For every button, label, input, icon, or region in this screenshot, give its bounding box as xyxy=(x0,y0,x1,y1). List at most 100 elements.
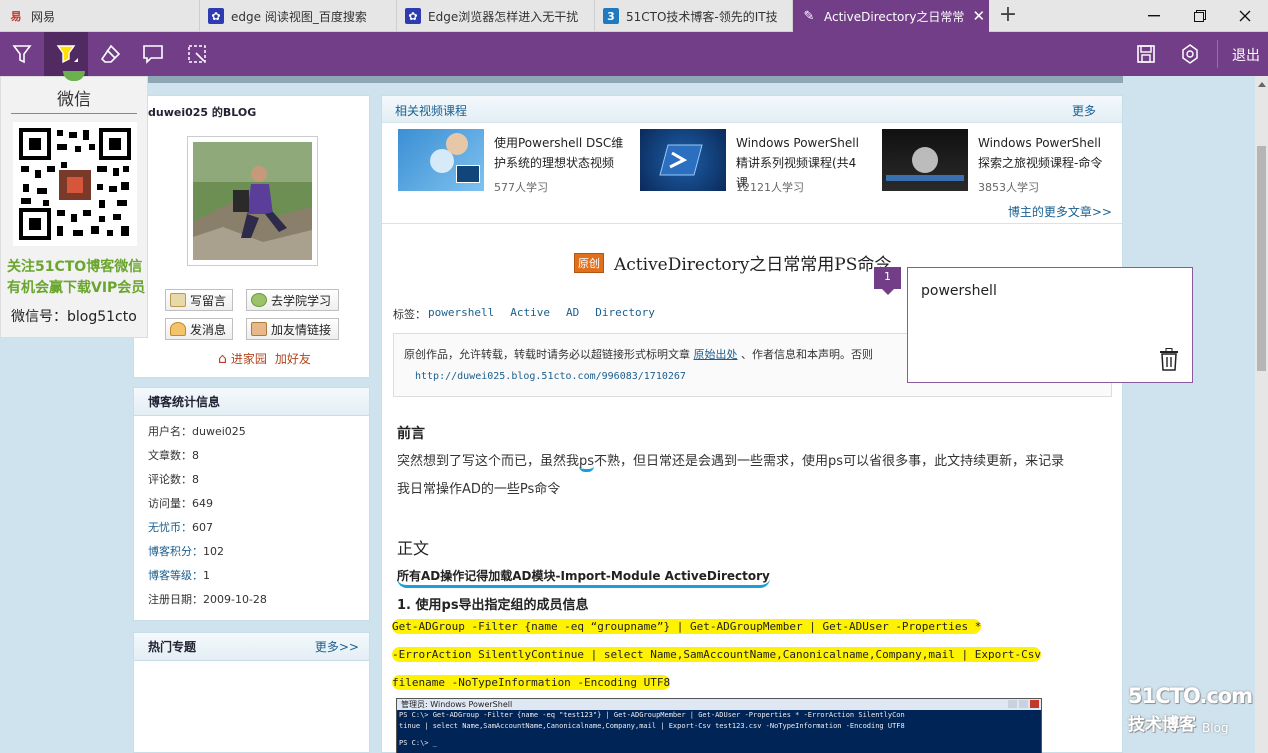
pen-icon xyxy=(12,45,32,64)
delete-note-button[interactable] xyxy=(1158,348,1180,372)
tab-edge-article[interactable]: ✿ Edge浏览器怎样进入无干扰 xyxy=(397,0,595,32)
console-line: tinue | select Name,SamAccountName,Canon… xyxy=(399,722,905,730)
code-line-3: filename -NoTypeInformation -Encoding UT… xyxy=(392,675,671,690)
qr-code xyxy=(13,122,137,246)
note-marker[interactable]: 1 xyxy=(874,267,901,295)
wechat-panel: 微信 关注51CTO博客微信 有机会赢下载VIP会员 微信号：blog51cto xyxy=(0,71,148,338)
hot-topics-more-link[interactable]: 更多>> xyxy=(315,633,359,661)
share-note-button[interactable] xyxy=(1168,32,1212,76)
tag-link[interactable]: Active xyxy=(510,306,550,322)
save-note-button[interactable] xyxy=(1124,32,1168,76)
blogger-more-link[interactable]: 博主的更多文章>> xyxy=(1008,203,1112,220)
video-card[interactable]: 使用Powershell DSC维护系统的理想状态视频 577人学习 xyxy=(398,129,628,195)
page-scrollbar[interactable] xyxy=(1255,76,1268,753)
stat-value: 607 xyxy=(192,521,213,534)
clip-tool[interactable] xyxy=(175,32,219,76)
tag-link[interactable]: powershell xyxy=(428,306,494,322)
stat-row: 注册日期：2009-10-28 xyxy=(134,588,369,612)
send-message-button[interactable]: 发消息 xyxy=(165,318,233,340)
restore-icon[interactable] xyxy=(1177,0,1223,32)
article-url-link[interactable]: http://duwei025.blog.51cto.com/996083/17… xyxy=(415,371,686,382)
article-title: ActiveDirectory之日常常用PS命令 xyxy=(614,255,892,275)
wechat-title: 微信 xyxy=(57,90,91,110)
highlighter-tool[interactable] xyxy=(44,32,88,76)
step-1: 1. 使用ps导出指定组的成员信息 xyxy=(397,598,589,613)
preface-title: 前言 xyxy=(397,426,425,442)
close-icon[interactable] xyxy=(1222,0,1268,32)
51cto-icon: 3 xyxy=(603,8,619,24)
add-friend-link-button[interactable]: 加友情链接 xyxy=(246,318,339,340)
comment-tool[interactable] xyxy=(131,32,175,76)
video-learners: 577人学习 xyxy=(494,181,548,194)
exit-note-button[interactable]: 退出 xyxy=(1232,45,1260,65)
stat-row: 博客等级：1 xyxy=(134,564,369,588)
stat-key-link[interactable]: 无忧币： xyxy=(148,521,192,534)
scrollbar-thumb[interactable] xyxy=(1257,146,1266,371)
message-icon xyxy=(170,322,186,336)
video-card[interactable]: Windows PowerShell探索之旅视频课程-命令 3853人学习 xyxy=(882,129,1112,195)
powershell-console: 管理员: Windows PowerShell PS C:\> Get-ADGr… xyxy=(396,698,1042,753)
stat-row: 用户名：duwei025 xyxy=(134,420,369,444)
console-window-controls xyxy=(1008,700,1039,708)
tab-label: Edge浏览器怎样进入无干扰 xyxy=(428,9,579,24)
write-message-button[interactable]: 写留言 xyxy=(165,289,233,311)
baidu-paw-icon: ✿ xyxy=(405,8,421,24)
watermark: 51CTO.com 技术博客 Blog xyxy=(1128,684,1253,746)
person-thumb xyxy=(446,133,468,155)
eraser-tool[interactable] xyxy=(88,32,132,76)
hot-topics-box: 热门专题 更多>> xyxy=(133,632,370,753)
ad-module-note: 所有AD操作记得加载AD模块-Import-Module ActiveDirec… xyxy=(397,567,770,588)
avatar xyxy=(187,136,318,266)
home-links: ⌂ 进家园 加好友 xyxy=(218,350,311,367)
video-title[interactable]: Windows PowerShell探索之旅视频课程-命令 xyxy=(978,133,1108,173)
stat-key-link[interactable]: 博客积分： xyxy=(148,545,203,558)
console-line: PS C:\> _ xyxy=(399,739,437,747)
video-thumbnail xyxy=(882,129,968,191)
page-top-strip xyxy=(148,76,1123,83)
tag-link[interactable]: Directory xyxy=(595,306,655,322)
home-link[interactable]: 进家园 xyxy=(231,350,267,367)
preface-text: 不熟，但日常还是会遇到一些需求，使用ps可以省很多事，此文持续更新，来记录 xyxy=(594,454,1065,469)
tags-row: 标签： powershell Active AD Directory xyxy=(393,306,655,322)
watermark-sub-row: 技术博客 Blog xyxy=(1128,710,1253,735)
tab-netease[interactable]: 易 网易 xyxy=(0,0,200,32)
tag-link[interactable]: AD xyxy=(566,306,579,322)
close-tab-icon[interactable]: ✕ xyxy=(972,7,985,25)
button-label: 发消息 xyxy=(190,322,227,337)
powershell-logo xyxy=(456,165,480,183)
pen-tool[interactable] xyxy=(0,32,44,76)
toolbar-divider xyxy=(1217,40,1218,68)
stat-row: 无忧币：607 xyxy=(134,516,369,540)
stat-value: 2009-10-28 xyxy=(203,593,267,606)
video-thumbnail xyxy=(640,129,726,191)
minimize-icon[interactable] xyxy=(1131,0,1177,32)
code-line-1: Get-ADGroup -Filter {name -eq “groupname… xyxy=(392,619,982,634)
add-friend-link[interactable]: 加好友 xyxy=(275,350,311,367)
button-label: 加友情链接 xyxy=(271,322,332,337)
stat-key-link[interactable]: 博客等级： xyxy=(148,569,203,582)
share-icon xyxy=(1182,44,1198,64)
note-text[interactable]: powershell xyxy=(921,283,997,299)
video-more-link[interactable]: 更多 xyxy=(1072,102,1096,119)
original-badge: 原创 xyxy=(574,252,604,273)
original-source-link[interactable]: 原始出处 xyxy=(694,348,738,361)
tab-active-directory[interactable]: ✎ ActiveDirectory之日常常 ✕ xyxy=(793,0,989,32)
tab-51cto[interactable]: 3 51CTO技术博客-领先的IT技 xyxy=(595,0,793,32)
wechat-divider xyxy=(11,113,137,114)
copyright-main: 原创作品，允许转载，转载时请务必以超链接形式标明文章 xyxy=(404,348,690,361)
video-card[interactable]: Windows PowerShell精讲系列视频课程(共4课 12121人学习 xyxy=(640,129,870,195)
stat-key: 文章数： xyxy=(148,449,192,462)
copyright-tail: 、作者信息和本声明。否则 xyxy=(741,348,873,361)
stat-key: 注册日期： xyxy=(148,593,203,606)
scroll-up-arrow[interactable] xyxy=(1258,82,1266,87)
netease-icon: 易 xyxy=(10,10,22,23)
stat-value: 8 xyxy=(192,473,199,486)
copyright-text: 原创作品，允许转载，转载时请务必以超链接形式标明文章 原始出处 、作者信息和本声… xyxy=(404,346,873,362)
video-title[interactable]: 使用Powershell DSC维护系统的理想状态视频 xyxy=(494,133,624,173)
body-title: 正文 xyxy=(397,539,430,558)
tab-baidu-search[interactable]: ✿ edge 阅读视图_百度搜索 xyxy=(200,0,397,32)
webnote-icon: ✎ xyxy=(803,8,815,24)
go-academy-button[interactable]: 去学院学习 xyxy=(246,289,339,311)
wechat-account: 微信号：blog51cto xyxy=(11,309,137,325)
new-tab-button[interactable]: + xyxy=(996,4,1020,28)
